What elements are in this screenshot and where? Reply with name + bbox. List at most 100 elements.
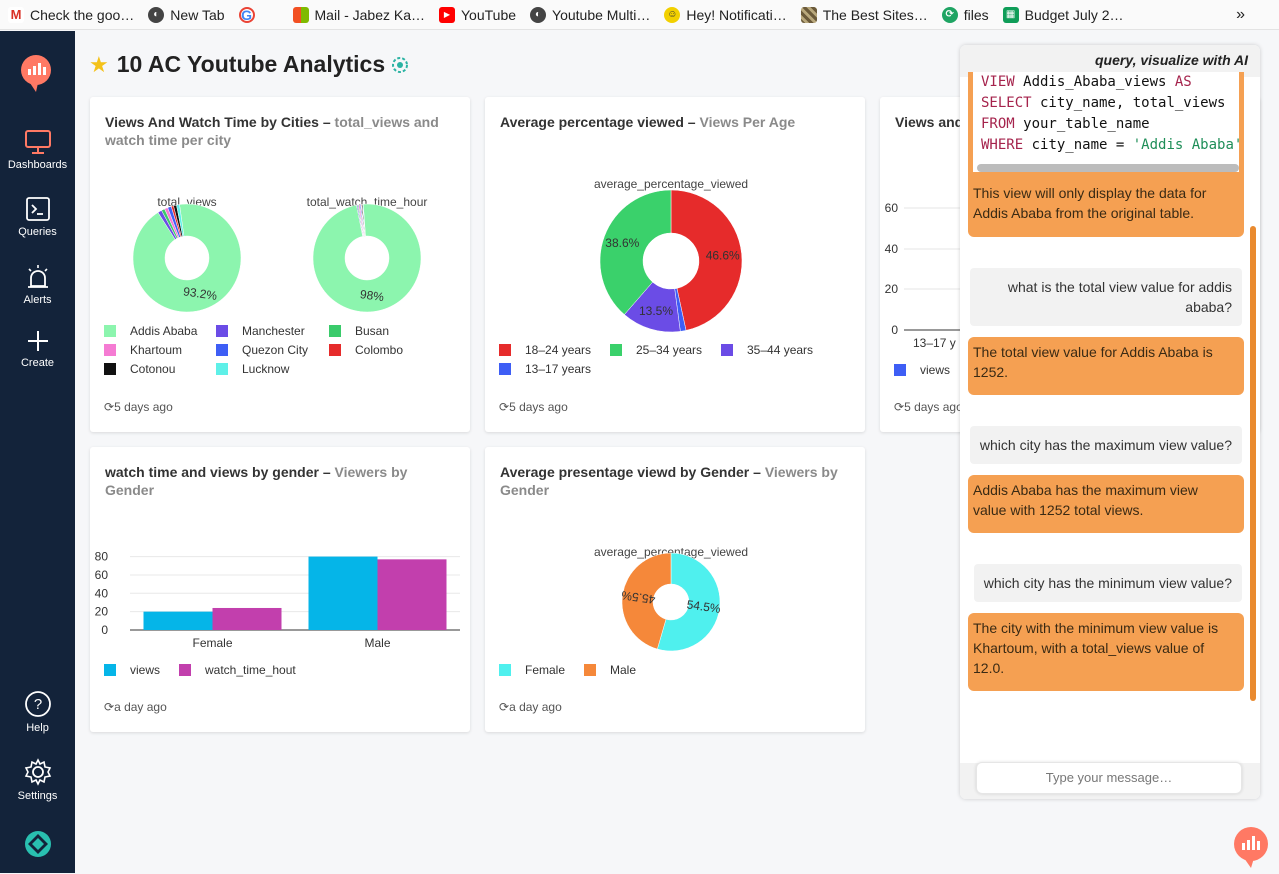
gender-pie-chart: average_percentage_viewed 54.5%45.5% [594,545,748,652]
legend-swatch [216,325,228,337]
updated-timestamp[interactable]: ⟳5 days ago [894,400,963,414]
nav-settings[interactable]: Settings [0,758,75,802]
chat-message-text: Addis Ababa has the maximum view value w… [973,482,1198,518]
legend-item[interactable]: watch_time_hout [179,663,296,677]
refresh-icon: ⟳ [104,700,115,714]
legend-item[interactable]: Cotonou [104,362,175,376]
bookmark-youtube-multi[interactable]: ◐ Youtube Multi… [523,6,657,23]
bar [308,556,378,630]
legend-swatch [584,664,596,676]
legend-label: Busan [355,324,390,338]
legend-item[interactable]: 18–24 years [499,343,591,357]
bookmark-files[interactable]: ⟳ files [935,6,996,23]
legend-item[interactable]: Female [499,663,565,677]
bookmark-hey[interactable]: ☺ Hey! Notificati… [657,6,793,23]
chat-message-text: The city with the minimum view value is … [973,620,1219,676]
data-label: 13.5% [639,304,673,318]
microsoft-icon [292,6,309,23]
bookmark-new-tab[interactable]: ◐ New Tab [141,6,231,23]
chat-message-input[interactable]: Type your message… [976,762,1242,794]
legend-item[interactable]: Khartoum [104,343,182,357]
nav-queries[interactable]: Queries [0,196,75,238]
y-tick-label: 0 [101,623,108,637]
y-tick-label: 40 [95,586,109,600]
bookmark-best-sites[interactable]: The Best Sites… [794,6,935,23]
legend-item[interactable]: Busan [329,324,389,338]
chat-message-text: The total view value for Addis Ababa is … [973,344,1213,380]
legend-item[interactable]: Male [584,663,636,677]
bookmark-label: Budget July 2… [1024,6,1124,23]
nav-label: Settings [17,790,58,802]
input-placeholder: Type your message… [1045,770,1173,785]
legend-item[interactable]: 25–34 years [610,343,702,357]
y-tick-label: 60 [885,201,899,215]
app-logo[interactable] [20,55,52,98]
nav-help[interactable]: ? Help [0,690,75,734]
legend-swatch [499,664,511,676]
bar [377,559,447,630]
legend-label: 13–17 years [525,362,592,376]
legend-swatch [329,344,341,356]
updated-timestamp[interactable]: ⟳a day ago [104,700,167,714]
chat-scrollbar[interactable] [1250,226,1256,701]
chat-user-message: which city has the maximum view value? [969,426,1242,464]
legend-item[interactable]: 13–17 years [499,362,591,376]
bookmark-label: Youtube Multi… [552,6,651,23]
legend-item[interactable]: Colombo [329,343,403,357]
legend-item[interactable]: Quezon City [216,343,308,357]
bookmark-gmail[interactable]: M Check the goo… [0,6,141,23]
nav-alerts[interactable]: Alerts [0,264,75,306]
sheets-icon: ▦ [1002,6,1019,23]
legend-item[interactable]: Lucknow [216,362,289,376]
bookmark-label: The Best Sites… [822,6,928,23]
y-tick-label: 80 [95,550,109,564]
legend-item[interactable]: Addis Ababa [104,324,197,338]
ai-assistant-icon[interactable] [391,56,409,74]
gmail-icon: M [8,6,24,23]
code-scrollbar[interactable] [977,164,1239,172]
sql-code-block[interactable]: VIEW Addis_Ababa_views AS SELECT city_nam… [973,72,1239,172]
refresh-icon: ⟳ [499,700,510,714]
y-tick-label: 60 [95,568,109,582]
bookmark-budget[interactable]: ▦ Budget July 2… [996,6,1131,23]
bookmark-label: YouTube [461,6,517,23]
dashboard-header: ★ 10 AC Youtube Analytics [89,51,409,78]
updated-timestamp[interactable]: ⟳5 days ago [104,400,173,414]
nav-create[interactable]: Create [0,329,75,369]
gear-icon [24,758,51,786]
age-pie-chart: average_percentage_viewed 46.6% 13.5% 38.6… [594,177,748,333]
chat-launcher-button[interactable] [1232,827,1270,874]
updated-timestamp[interactable]: ⟳5 days ago [499,400,568,414]
legend-label: Female [525,663,566,677]
legend-label: Lucknow [242,362,290,376]
profile-avatar[interactable] [0,830,75,862]
legend-item[interactable]: 35–44 years [721,343,813,357]
sidebar: Dashboards Queries Alerts Create ? Help … [0,31,75,873]
legend-item[interactable]: views [104,663,160,677]
chat-message-text: which city has the minimum view value? [983,575,1232,591]
chat-user-message: which city has the minimum view value? [973,564,1242,602]
legend-swatch [104,344,116,356]
legend-label: Addis Ababa [130,324,198,338]
legend-item[interactable]: views [894,363,950,377]
help-icon: ? [24,691,51,717]
bookmark-youtube[interactable]: ▶ YouTube [432,6,523,23]
legend-item[interactable]: Manchester [216,324,305,338]
chat-ai-message: Addis Ababa has the maximum view value w… [968,475,1244,533]
bookmarks-overflow-button[interactable]: » [1236,6,1279,24]
bookmark-label: Hey! Notificati… [686,6,787,23]
bookmark-mail[interactable]: Mail - Jabez Ka… [286,6,432,23]
bar [212,607,282,630]
globe-icon: ◐ [148,6,165,23]
bookmark-google[interactable]: G [232,6,268,23]
favorite-star-icon[interactable]: ★ [89,52,109,78]
nav-dashboards[interactable]: Dashboards [0,129,75,171]
cities-pie-charts: total_views total_watch_time_hour 93.2% 9… [132,195,427,313]
chat-message-text: This view will only display the data for… [973,185,1207,221]
redash-chat-icon [1234,827,1268,868]
updated-timestamp[interactable]: ⟳a day ago [499,700,562,714]
page-title: 10 AC Youtube Analytics [116,51,386,77]
legend-label: Male [610,663,637,677]
gender-bar-legend: views watch_time_hout [104,663,464,683]
legend-swatch [104,363,116,375]
